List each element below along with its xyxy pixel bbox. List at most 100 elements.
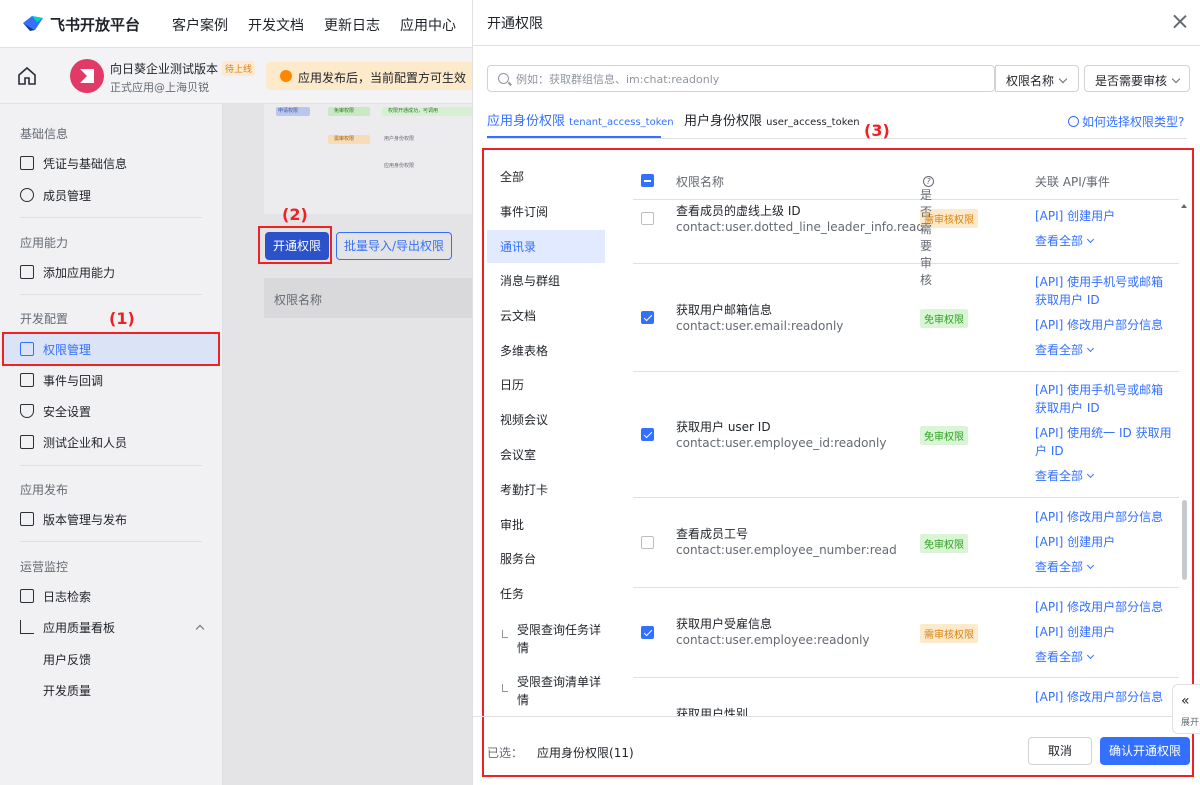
close-icon[interactable]: [1173, 14, 1187, 28]
scroll-up-arrow-icon[interactable]: [1181, 204, 1187, 208]
column-header-review-label: 是否需要审核: [920, 188, 933, 287]
help-link[interactable]: 如何选择权限类型?: [1068, 113, 1184, 130]
nav-link-docs[interactable]: 开发文档: [248, 15, 304, 35]
api-link[interactable]: [API] 修改用户部分信息: [1035, 688, 1175, 706]
view-all-link[interactable]: 查看全部: [1035, 341, 1175, 359]
view-all-link[interactable]: 查看全部: [1035, 232, 1175, 250]
row-checkbox[interactable]: [641, 212, 654, 225]
permission-name: 获取用户性别: [676, 707, 749, 716]
column-header-review: 是否需要审核?: [920, 173, 934, 287]
permission-name: 获取用户邮箱信息: [676, 303, 773, 317]
subcategory-item[interactable]: 受限查询任务详情: [487, 621, 605, 657]
sidebar-item-logs[interactable]: 日志检索: [20, 586, 91, 606]
permission-code: contact:user.employee_number:read: [676, 543, 897, 557]
row-checkbox[interactable]: [641, 536, 654, 549]
column-header-name: 权限名称: [274, 293, 323, 307]
sidebar-item-label: 应用质量看板: [43, 620, 116, 635]
view-all-link[interactable]: 查看全部: [1035, 467, 1175, 485]
api-link[interactable]: [API] 修改用户部分信息: [1035, 508, 1175, 526]
api-link[interactable]: [API] 修改用户部分信息: [1035, 316, 1175, 334]
category-item[interactable]: 事件订阅: [487, 203, 605, 221]
sidebar-section-basic: 基础信息: [20, 127, 69, 141]
select-all-checkbox[interactable]: [641, 174, 654, 187]
filter-review-select[interactable]: 是否需要审核: [1084, 65, 1190, 92]
drawer-title: 开通权限: [487, 16, 543, 32]
batch-import-export-button[interactable]: 批量导入/导出权限: [336, 232, 452, 260]
subcategory-item[interactable]: 受限查询清单详情: [487, 673, 605, 709]
scrollbar-thumb[interactable]: [1182, 500, 1187, 580]
view-all-label: 查看全部: [1035, 560, 1084, 574]
category-item[interactable]: 云文档: [487, 307, 605, 325]
api-link[interactable]: [API] 创建用户: [1035, 207, 1175, 225]
double-chevron-left-icon: «: [1181, 693, 1190, 709]
nav-link-cases[interactable]: 客户案例: [172, 15, 228, 35]
main-content: 申请权限 免审权限 权限开通成功，可调用 需审权限 用户身份权限 应用身份权限 …: [224, 104, 474, 785]
category-item[interactable]: 会议室: [487, 446, 605, 464]
permission-code: contact:user.email:readonly: [676, 319, 844, 333]
api-link[interactable]: [API] 使用手机号或邮箱获取用户 ID: [1035, 273, 1175, 309]
question-icon: [1068, 116, 1079, 127]
view-all-link[interactable]: 查看全部: [1035, 558, 1175, 576]
category-item[interactable]: 任务: [487, 585, 605, 603]
home-icon[interactable]: [16, 66, 38, 86]
search-input[interactable]: [516, 70, 986, 88]
category-item[interactable]: 通讯录: [487, 230, 605, 263]
category-item[interactable]: 视频会议: [487, 411, 605, 429]
tabs-divider: [487, 138, 1187, 139]
row-checkbox[interactable]: [641, 626, 654, 639]
sidebar-item-versions[interactable]: 版本管理与发布: [20, 509, 127, 529]
tab-tenant-permission[interactable]: 应用身份权限 tenant_access_token: [487, 110, 674, 129]
warning-icon: [280, 70, 292, 82]
column-header-api: 关联 API/事件: [1035, 175, 1110, 189]
annotation-step3: (3): [864, 121, 890, 140]
sidebar-item-user-feedback[interactable]: 用户反馈: [43, 649, 91, 669]
annotation-step2: (2): [282, 205, 308, 224]
nav-link-changelog[interactable]: 更新日志: [324, 15, 380, 35]
chevron-up-icon[interactable]: [195, 624, 205, 634]
row-checkbox[interactable]: [641, 311, 654, 324]
help-link-text: 如何选择权限类型?: [1082, 115, 1185, 129]
expand-panel-button[interactable]: « 展开: [1172, 684, 1200, 734]
api-link[interactable]: [API] 使用手机号或邮箱获取用户 ID: [1035, 381, 1175, 417]
nav-link-app-center[interactable]: 应用中心: [400, 15, 456, 35]
diagram-node: 权限开通成功，可调用: [382, 107, 474, 116]
brand-title[interactable]: 飞书开放平台: [50, 14, 140, 35]
chevron-down-icon: [1171, 74, 1181, 84]
sidebar-section-dev-config: 开发配置: [20, 312, 69, 326]
sidebar-item-dev-quality[interactable]: 开发质量: [43, 680, 91, 700]
category-item[interactable]: 服务台: [487, 550, 605, 568]
sidebar-item-label: 版本管理与发布: [43, 512, 128, 527]
sidebar-item-credentials[interactable]: 凭证与基础信息: [20, 153, 127, 173]
sidebar-section-capability: 应用能力: [20, 236, 69, 250]
category-item[interactable]: 审批: [487, 516, 605, 534]
category-item[interactable]: 日历: [487, 376, 605, 394]
feishu-logo-icon: [23, 16, 43, 31]
sidebar-item-members[interactable]: 成员管理: [20, 185, 91, 205]
sidebar-item-quality-dashboard[interactable]: 应用质量看板: [20, 617, 205, 637]
sidebar-item-label: 凭证与基础信息: [43, 156, 128, 171]
view-all-link[interactable]: 查看全部: [1035, 648, 1175, 666]
filter-permission-name-select[interactable]: 权限名称: [995, 65, 1079, 92]
api-link[interactable]: [API] 修改用户部分信息: [1035, 598, 1175, 616]
api-link[interactable]: [API] 创建用户: [1035, 533, 1175, 551]
category-item[interactable]: 全部: [487, 168, 605, 186]
table-scrollbar[interactable]: [1179, 200, 1189, 716]
confirm-open-permission-button[interactable]: 确认开通权限: [1100, 737, 1190, 765]
chevron-down-icon: [1086, 235, 1095, 244]
annotation-box-step2: [258, 226, 332, 264]
category-item[interactable]: 多维表格: [487, 342, 605, 360]
api-link[interactable]: [API] 使用统一 ID 获取用户 ID: [1035, 424, 1175, 460]
permission-code: contact:user.dotted_line_leader_info.rea…: [676, 220, 924, 234]
category-item[interactable]: 消息与群组: [487, 272, 605, 290]
chevron-down-icon: [1086, 561, 1095, 570]
api-link[interactable]: [API] 创建用户: [1035, 623, 1175, 641]
sidebar-item-test-tenant[interactable]: 测试企业和人员: [20, 432, 127, 452]
category-item[interactable]: 考勤打卡: [487, 481, 605, 499]
cancel-button[interactable]: 取消: [1028, 737, 1092, 765]
sidebar-item-events[interactable]: 事件与回调: [20, 370, 103, 390]
sidebar-item-security[interactable]: 安全设置: [20, 401, 91, 421]
row-checkbox[interactable]: [641, 428, 654, 441]
open-permission-drawer: 开通权限 权限名称 是否需要审核 应用身份权限 tenant_access_to…: [472, 0, 1200, 785]
sidebar-item-add-capability[interactable]: 添加应用能力: [20, 262, 115, 282]
tab-user-permission[interactable]: 用户身份权限 user_access_token: [684, 110, 860, 129]
